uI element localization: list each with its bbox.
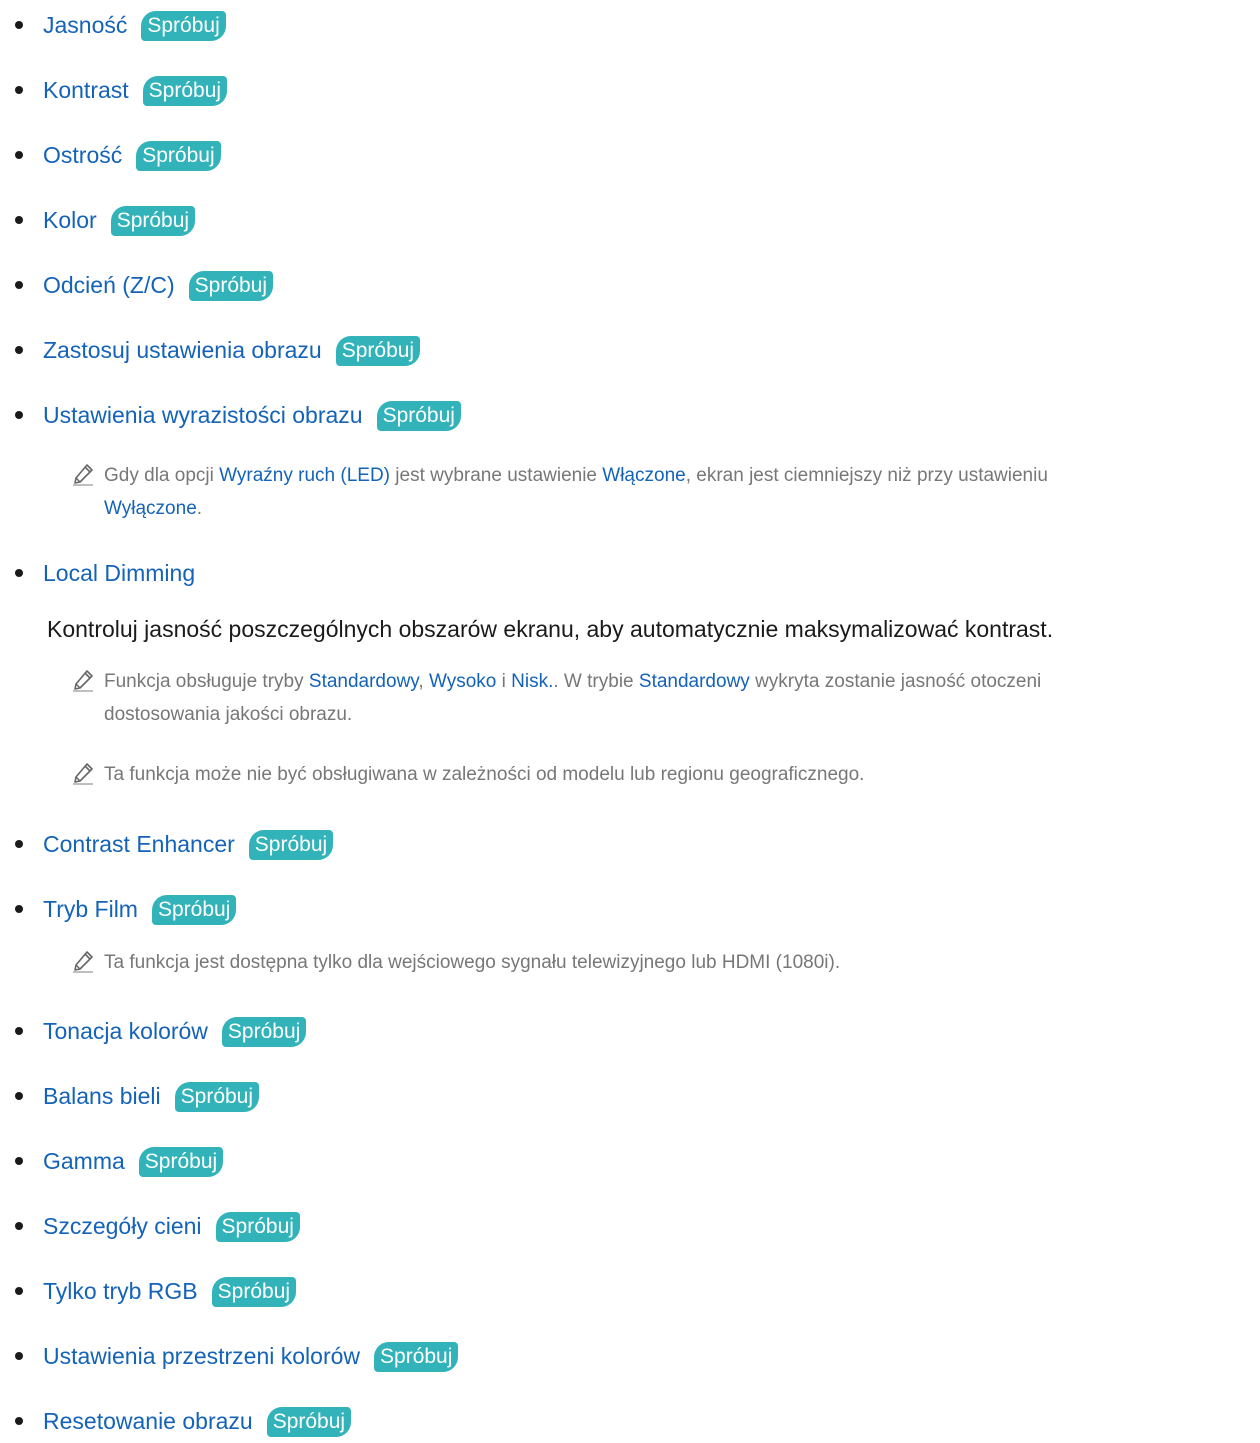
try-button-sharpness[interactable]: Spróbuj xyxy=(136,141,221,171)
local-dimming-link[interactable]: Local Dimming xyxy=(43,560,195,587)
try-button-rgb-only-mode[interactable]: Spróbuj xyxy=(211,1277,297,1307)
list-item-film-mode: Tryb Film Spróbuj xyxy=(15,891,237,927)
bullet-dot xyxy=(15,346,23,354)
list-item-sharpness: Ostrość Spróbuj xyxy=(15,137,221,173)
motion-clarity-keyword: Wyraźny ruch (LED) xyxy=(219,465,390,486)
list-item-rgb-only-mode: Tylko tryb RGB Spróbuj xyxy=(15,1273,297,1309)
pencil-note-icon xyxy=(73,464,93,486)
list-item-tint: Odcień (Z/C) Spróbuj xyxy=(15,267,274,303)
on-keyword: Włączone xyxy=(602,465,686,486)
bullet-dot xyxy=(15,21,23,29)
color-tone-link[interactable]: Tonacja kolorów xyxy=(43,1018,208,1045)
list-item-reset-picture: Resetowanie obrazu Spróbuj xyxy=(15,1403,352,1439)
bullet-dot xyxy=(15,1352,23,1360)
try-button-color-tone[interactable]: Spróbuj xyxy=(221,1017,307,1047)
try-button-shadow-detail[interactable]: Spróbuj xyxy=(215,1212,300,1242)
standard-keyword-2: Standardowy xyxy=(638,671,750,692)
bullet-dot xyxy=(15,1157,23,1165)
bullet-dot xyxy=(15,1092,23,1100)
list-item-color: Kolor Spróbuj xyxy=(15,202,196,238)
try-button-contrast-enhancer[interactable]: Spróbuj xyxy=(248,830,334,860)
pencil-note-icon xyxy=(73,951,93,973)
tint-link[interactable]: Odcień (Z/C) xyxy=(43,272,175,299)
bullet-dot xyxy=(15,281,23,289)
try-button-film-mode[interactable]: Spróbuj xyxy=(151,895,237,925)
list-item-apply-picture-settings: Zastosuj ustawienia obrazu Spróbuj xyxy=(15,332,421,368)
picture-clarity-link[interactable]: Ustawienia wyrazistości obrazu xyxy=(43,402,363,429)
bullet-dot xyxy=(15,151,23,159)
film-mode-link[interactable]: Tryb Film xyxy=(43,896,138,923)
bullet-dot xyxy=(15,569,23,577)
gamma-link[interactable]: Gamma xyxy=(43,1148,125,1175)
bullet-dot xyxy=(15,411,23,419)
bullet-dot xyxy=(15,216,23,224)
bullet-dot xyxy=(15,840,23,848)
bullet-dot xyxy=(15,1222,23,1230)
bullet-dot xyxy=(15,1417,23,1425)
pencil-note-icon xyxy=(73,670,93,692)
try-button-reset-picture[interactable]: Spróbuj xyxy=(266,1407,352,1437)
bullet-dot xyxy=(15,86,23,94)
try-button-contrast[interactable]: Spróbuj xyxy=(142,76,228,106)
brightness-link[interactable]: Jasność xyxy=(43,12,127,39)
reset-picture-link[interactable]: Resetowanie obrazu xyxy=(43,1408,253,1435)
note-film-mode: Ta funkcja jest dostępna tylko dla wejśc… xyxy=(73,946,1258,979)
standard-keyword: Standardowy xyxy=(308,671,419,692)
bullet-dot xyxy=(15,1287,23,1295)
try-button-picture-clarity[interactable]: Spróbuj xyxy=(376,401,461,431)
apply-picture-settings-link[interactable]: Zastosuj ustawienia obrazu xyxy=(43,337,322,364)
try-button-apply-picture-settings[interactable]: Spróbuj xyxy=(335,336,421,366)
color-link[interactable]: Kolor xyxy=(43,207,97,234)
bullet-dot xyxy=(15,905,23,913)
sharpness-link[interactable]: Ostrość xyxy=(43,142,122,169)
try-button-gamma[interactable]: Spróbuj xyxy=(138,1147,224,1177)
color-space-settings-link[interactable]: Ustawienia przestrzeni kolorów xyxy=(43,1343,360,1370)
list-item-gamma: Gamma Spróbuj xyxy=(15,1143,224,1179)
list-item-color-tone: Tonacja kolorów Spróbuj xyxy=(15,1013,307,1049)
list-item-local-dimming: Local Dimming xyxy=(15,555,195,591)
off-keyword: Wyłączone xyxy=(104,498,197,519)
try-button-color-space-settings[interactable]: Spróbuj xyxy=(374,1342,459,1372)
list-item-contrast: Kontrast Spróbuj xyxy=(15,72,228,108)
list-item-brightness: Jasność Spróbuj xyxy=(15,7,226,43)
list-item-white-balance: Balans bieli Spróbuj xyxy=(15,1078,260,1114)
contrast-link[interactable]: Kontrast xyxy=(43,77,129,104)
list-item-contrast-enhancer: Contrast Enhancer Spróbuj xyxy=(15,826,334,862)
high-keyword: Wysoko xyxy=(428,671,497,692)
list-item-color-space-settings: Ustawienia przestrzeni kolorów Spróbuj xyxy=(15,1338,459,1374)
white-balance-link[interactable]: Balans bieli xyxy=(43,1083,161,1110)
bullet-dot xyxy=(15,1027,23,1035)
try-button-color[interactable]: Spróbuj xyxy=(110,206,196,236)
contrast-enhancer-link[interactable]: Contrast Enhancer xyxy=(43,831,235,858)
try-button-brightness[interactable]: Spróbuj xyxy=(141,11,226,41)
try-button-white-balance[interactable]: Spróbuj xyxy=(174,1082,260,1112)
shadow-detail-link[interactable]: Szczegóły cieni xyxy=(43,1213,202,1240)
rgb-only-mode-link[interactable]: Tylko tryb RGB xyxy=(43,1278,198,1305)
try-button-tint[interactable]: Spróbuj xyxy=(188,271,274,301)
list-item-picture-clarity: Ustawienia wyrazistości obrazu Spróbuj xyxy=(15,397,461,433)
note-local-dimming-region: Ta funkcja może nie być obsługiwana w za… xyxy=(73,758,1258,791)
list-item-shadow-detail: Szczegóły cieni Spróbuj xyxy=(15,1208,300,1244)
note-clarity: Gdy dla opcji Wyraźny ruch (LED) jest wy… xyxy=(73,459,1258,525)
local-dimming-description: Kontroluj jasność poszczególnych obszaró… xyxy=(47,616,1054,642)
note-local-dimming-modes: Funkcja obsługuje tryby Standardowy, Wys… xyxy=(73,665,1258,731)
low-keyword: Nisk. xyxy=(511,671,554,692)
pencil-note-icon xyxy=(73,763,93,785)
